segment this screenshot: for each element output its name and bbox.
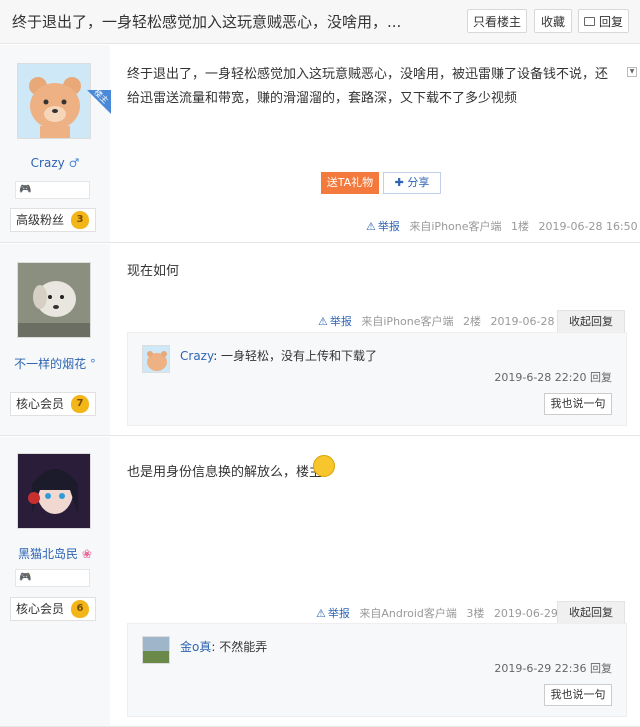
post-time: 2019-06-28 16:50 xyxy=(538,220,638,233)
username[interactable]: 不一样的烟花 ° xyxy=(0,355,110,372)
client-source: 来自Android客户端 xyxy=(359,607,457,620)
male-icon: ° xyxy=(89,357,96,371)
level-badge[interactable]: 高级粉丝 3 xyxy=(10,208,96,232)
client-source: 来自iPhone客户端 xyxy=(361,315,454,328)
say-something-button[interactable]: 我也说一句 xyxy=(544,393,612,415)
username[interactable]: 黑猫北岛民 ❀ xyxy=(0,545,110,562)
level-number: 7 xyxy=(71,395,89,413)
post-menu-icon[interactable]: ▼ xyxy=(627,67,637,77)
post-floor-1: 楼主 Crazy ♂ 🎮 高级粉丝 3 终于退出了，一身轻松感觉加入这玩意贼恶心… xyxy=(0,45,640,243)
reply-button[interactable]: 回复 xyxy=(578,9,629,33)
report-link[interactable]: 举报 xyxy=(316,607,350,620)
only-op-label: 只看楼主 xyxy=(472,14,521,29)
post-content: 现在如何 xyxy=(127,264,180,279)
sub-reply-user[interactable]: 金o真 xyxy=(180,640,211,654)
thread-header: 终于退出了，一身轻松感觉加入这玩意贼恶心，没啥用，... 只看楼主 收藏 回复 xyxy=(0,0,640,44)
sub-reply-box: 金o真: 不然能弄 2019-6-29 22:36 回复 我也说一句 xyxy=(127,623,627,717)
post-content: 也是用身份信息换的解放么，楼主 xyxy=(127,465,323,480)
level-number: 6 xyxy=(71,600,89,618)
fold-replies-button[interactable]: 收起回复 xyxy=(557,601,625,623)
post-tail: 举报 来自iPhone客户端 1楼 2019-06-28 16:50 回复 xyxy=(360,218,640,234)
level-name: 核心会员 xyxy=(16,602,65,616)
comment-icon xyxy=(583,16,595,26)
gift-button[interactable]: 送TA礼物 xyxy=(321,172,379,194)
plus-icon: ✚ xyxy=(394,176,404,189)
username-label: 不一样的烟花 xyxy=(14,357,87,371)
gamepad-icon: 🎮 xyxy=(19,572,32,583)
fold-replies-button[interactable]: 收起回复 xyxy=(557,310,625,332)
level-name: 核心会员 xyxy=(16,397,65,411)
sub-reply-text: Crazy: 一身轻松，没有上传和下载了 xyxy=(180,347,377,364)
share-button[interactable]: ✚ 分享 xyxy=(383,172,441,194)
landscape-avatar-icon xyxy=(143,637,169,663)
level-number: 3 xyxy=(71,211,89,229)
sub-reply-box: Crazy: 一身轻松，没有上传和下载了 2019-6-28 22:20 回复 … xyxy=(127,332,627,426)
anime-avatar-icon xyxy=(18,454,90,528)
avatar[interactable] xyxy=(17,262,91,338)
post-tail: 举报 来自Android客户端 3楼 2019-06-29 01:21 xyxy=(310,605,593,621)
sub-reply-link[interactable]: 回复 xyxy=(590,371,612,384)
puppy-avatar-icon xyxy=(18,263,90,337)
share-label: 分享 xyxy=(407,176,430,189)
post-floor-3: 黑猫北岛民 ❀ 🎮 核心会员 6 也是用身份信息换的解放么，楼主 举报 来自An… xyxy=(0,437,640,727)
level-badge[interactable]: 核心会员 6 xyxy=(10,597,96,621)
client-source: 来自iPhone客户端 xyxy=(409,220,502,233)
sub-reply-meta: 2019-6-29 22:36 回复 xyxy=(494,660,612,676)
sub-reply-time: 2019-6-28 22:20 xyxy=(494,371,587,384)
collect-button[interactable]: 收藏 xyxy=(534,9,572,33)
reply-label: 回复 xyxy=(598,14,623,29)
avatar[interactable] xyxy=(17,453,91,529)
sub-reply-user[interactable]: Crazy xyxy=(180,349,213,363)
username-label: 黑猫北岛民 xyxy=(18,547,79,561)
report-link[interactable]: 举报 xyxy=(318,315,352,328)
only-op-button[interactable]: 只看楼主 xyxy=(467,9,527,33)
post-tail: 举报 来自iPhone客户端 2楼 2019-06-28 21:23 xyxy=(312,313,590,329)
sub-reply-content: : 一身轻松，没有上传和下载了 xyxy=(213,349,378,363)
medal-bar: 🎮 xyxy=(15,569,90,587)
floor-number: 3楼 xyxy=(466,607,485,620)
sub-reply-text: 金o真: 不然能弄 xyxy=(180,638,267,655)
sub-reply-content: : 不然能弄 xyxy=(211,640,268,654)
bear-avatar-icon xyxy=(143,346,169,372)
sub-reply-meta: 2019-6-28 22:20 回复 xyxy=(494,369,612,385)
avatar[interactable] xyxy=(17,63,91,139)
username-label: Crazy xyxy=(30,156,65,170)
op-badge: 楼主 xyxy=(87,88,111,114)
post-content: 终于退出了，一身轻松感觉加入这玩意贼恶心，没啥用，被迅雷赚了设备钱不说，还给迅雷… xyxy=(127,67,609,106)
thread-title: 终于退出了，一身轻松感觉加入这玩意贼恶心，没啥用，... xyxy=(12,13,402,31)
sub-avatar[interactable] xyxy=(142,636,170,664)
flower-icon: ❀ xyxy=(81,547,92,561)
bear-avatar-icon xyxy=(18,64,90,138)
say-something-button[interactable]: 我也说一句 xyxy=(544,684,612,706)
username[interactable]: Crazy ♂ xyxy=(0,156,110,170)
post-floor-2: 不一样的烟花 ° 核心会员 7 现在如何 举报 来自iPhone客户端 2楼 2… xyxy=(0,244,640,436)
floor-number: 2楼 xyxy=(463,315,482,328)
smiley-emoji-icon xyxy=(313,455,335,477)
gamepad-icon: 🎮 xyxy=(19,184,32,195)
sub-reply-time: 2019-6-29 22:36 xyxy=(494,662,587,675)
floor-number: 1楼 xyxy=(511,220,530,233)
sub-avatar[interactable] xyxy=(142,345,170,373)
level-name: 高级粉丝 xyxy=(16,213,65,227)
level-badge[interactable]: 核心会员 7 xyxy=(10,392,96,416)
collect-label: 收藏 xyxy=(540,14,565,29)
medal-bar: 🎮 xyxy=(15,181,90,199)
sub-reply-link[interactable]: 回复 xyxy=(590,662,612,675)
report-link[interactable]: 举报 xyxy=(366,220,400,233)
male-icon: ♂ xyxy=(68,156,80,170)
